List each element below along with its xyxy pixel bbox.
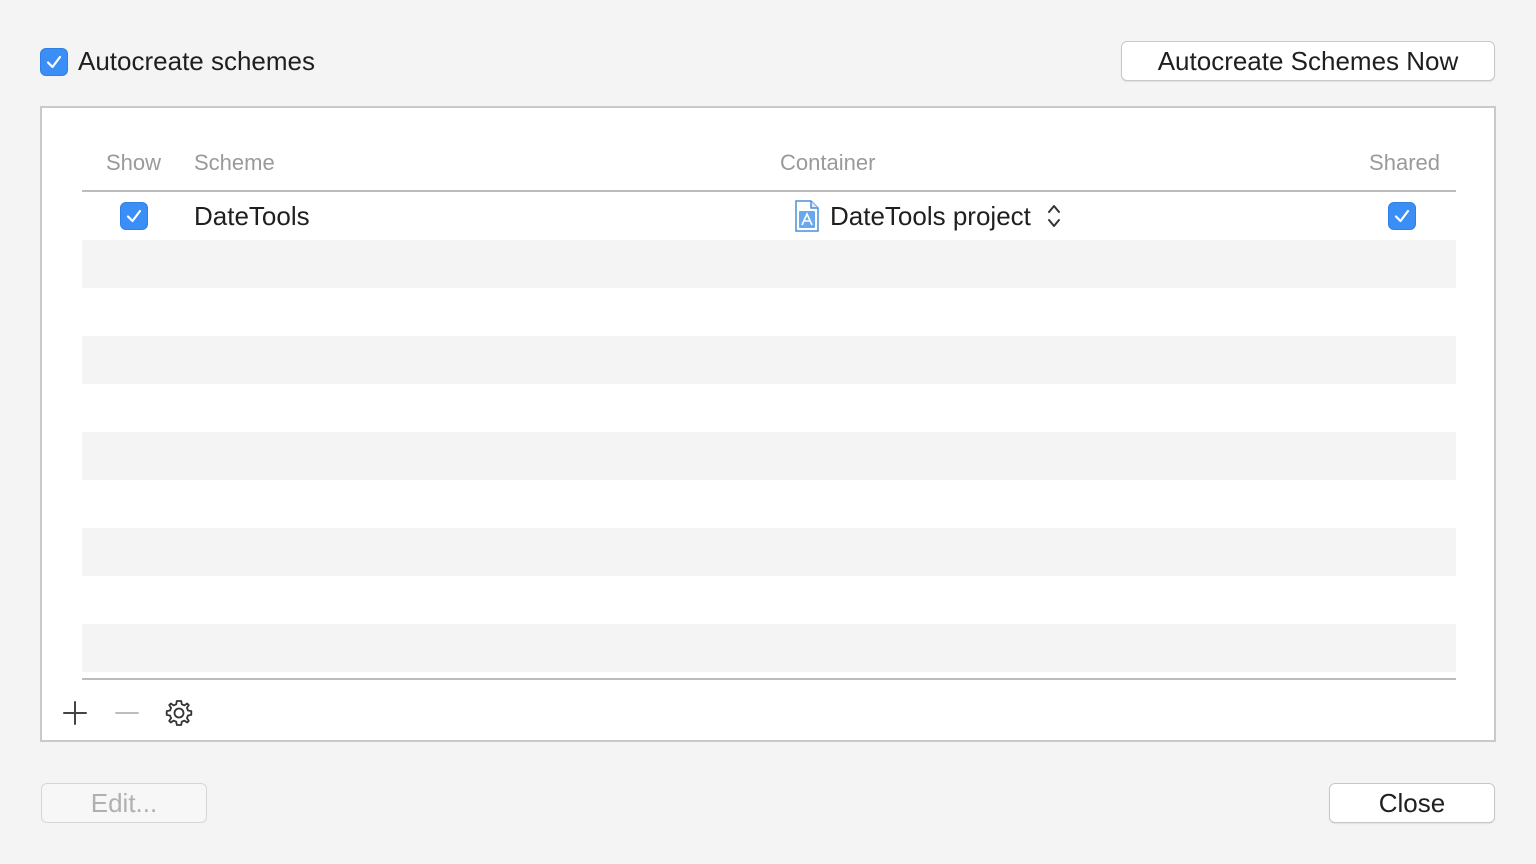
settings-button[interactable] xyxy=(164,698,194,728)
autocreate-label: Autocreate schemes xyxy=(78,46,316,76)
column-header-show[interactable]: Show xyxy=(106,150,161,176)
table-row[interactable]: DateTools DateTools project xyxy=(82,192,1456,240)
container-value: DateTools project xyxy=(830,200,1031,231)
checkmark-icon xyxy=(1394,209,1410,223)
table-header: Show Scheme Container Shared xyxy=(82,138,1456,192)
show-checkbox[interactable] xyxy=(120,202,148,230)
empty-row xyxy=(82,240,1456,288)
shared-cell xyxy=(1388,192,1416,240)
column-header-shared[interactable]: Shared xyxy=(1369,150,1440,176)
gear-icon xyxy=(165,700,193,726)
column-header-container[interactable]: Container xyxy=(780,150,875,176)
empty-row xyxy=(82,432,1456,480)
autocreate-schemes-now-button[interactable]: Autocreate Schemes Now xyxy=(1121,41,1495,81)
empty-row xyxy=(82,576,1456,624)
container-popup[interactable]: DateTools project xyxy=(794,192,1061,240)
scheme-name: DateTools xyxy=(194,200,310,231)
table-toolbar xyxy=(60,698,194,728)
checkmark-icon xyxy=(126,209,142,223)
edit-button[interactable]: Edit... xyxy=(41,783,207,823)
table-bottom-divider xyxy=(82,678,1456,680)
empty-row xyxy=(82,624,1456,672)
shared-checkbox[interactable] xyxy=(1388,202,1416,230)
remove-scheme-button[interactable] xyxy=(112,698,142,728)
empty-row xyxy=(82,528,1456,576)
show-cell xyxy=(120,192,148,240)
up-down-chevron-icon xyxy=(1047,205,1060,227)
xcode-project-icon xyxy=(795,200,819,232)
empty-row xyxy=(82,480,1456,528)
schemes-panel: Show Scheme Container Shared DateTools D… xyxy=(40,106,1496,742)
empty-row xyxy=(82,288,1456,336)
close-button[interactable]: Close xyxy=(1329,783,1495,823)
empty-row xyxy=(82,384,1456,432)
autocreate-row: Autocreate schemes xyxy=(40,46,315,77)
schemes-table: Show Scheme Container Shared DateTools D… xyxy=(82,138,1456,672)
checkmark-icon xyxy=(46,55,62,68)
add-scheme-button[interactable] xyxy=(60,698,90,728)
empty-row xyxy=(82,336,1456,384)
autocreate-checkbox[interactable] xyxy=(40,47,68,76)
column-header-scheme[interactable]: Scheme xyxy=(194,150,275,176)
minus-icon xyxy=(115,712,139,714)
plus-icon xyxy=(63,701,87,725)
